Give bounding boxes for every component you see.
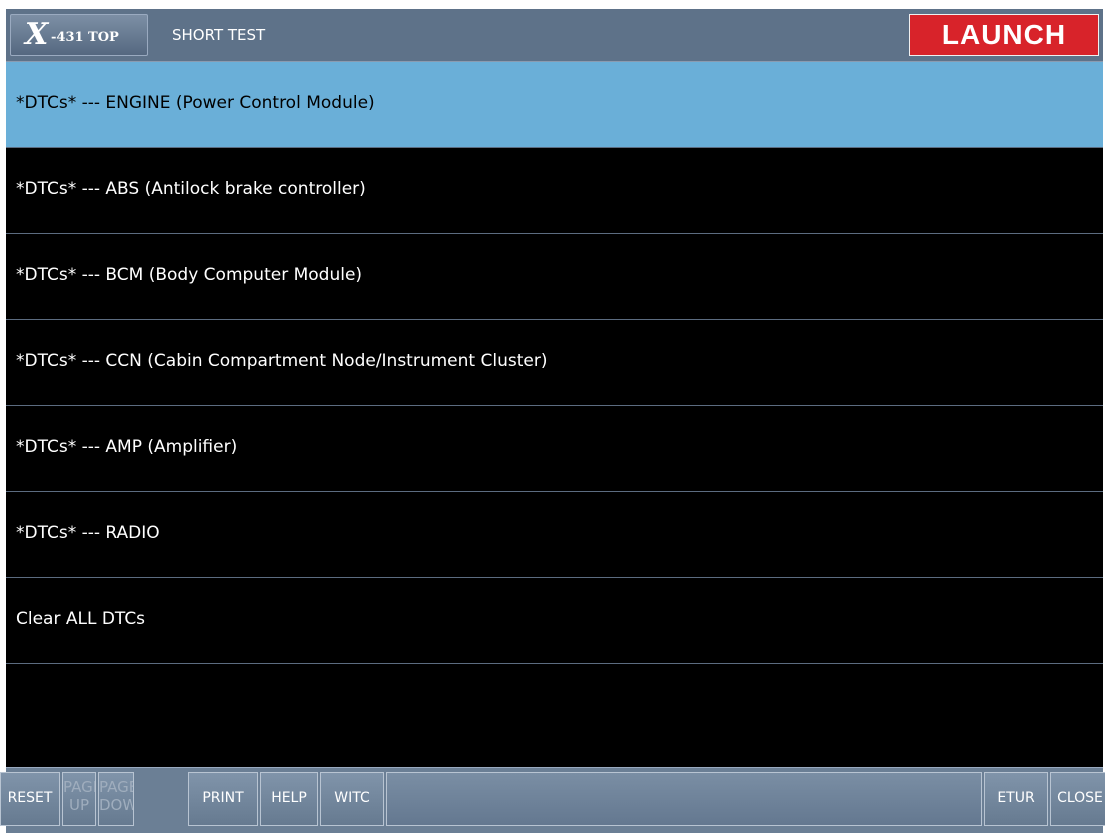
list-item-label: Clear ALL DTCs [16,609,146,629]
page-down-label-line2: DOWN [99,796,133,814]
print-button-label: PRINT [202,790,244,806]
close-button-label: CLOSE [1057,790,1103,806]
list-item-radio[interactable]: *DTCs* --- RADIO [6,492,1103,578]
launch-brand-logo: LAUNCH [909,14,1099,56]
page-up-label-line2: UP [68,796,90,814]
page-title: SHORT TEST [172,26,266,44]
page-up-button[interactable]: PAGE UP [62,772,96,826]
return-button[interactable]: ETUR [984,772,1048,826]
x431-logo: X -431 TOP [10,14,148,56]
list-item-amp[interactable]: *DTCs* --- AMP (Amplifier) [6,406,1103,492]
list-item-label: *DTCs* --- ENGINE (Power Control Module) [16,93,375,113]
switch-button[interactable]: WITC [320,772,384,826]
list-item-label: *DTCs* --- ABS (Antilock brake controlle… [16,179,366,199]
switch-button-label: WITC [334,790,370,806]
return-button-label: ETUR [997,790,1035,806]
list-item-label: *DTCs* --- AMP (Amplifier) [16,437,238,457]
list-item-empty [6,664,1103,756]
logo-text: -431 TOP [51,30,119,45]
help-button-label: HELP [271,790,307,806]
help-button[interactable]: HELP [260,772,318,826]
page-down-button[interactable]: PAGE DOWN [98,772,134,826]
list-item-label: *DTCs* --- CCN (Cabin Compartment Node/I… [16,351,548,371]
list-item-label: *DTCs* --- BCM (Body Computer Module) [16,265,363,285]
list-item-clear-all-dtcs[interactable]: Clear ALL DTCs [6,578,1103,664]
top-cropped-text-strip [0,0,1105,8]
list-item-abs[interactable]: *DTCs* --- ABS (Antilock brake controlle… [6,148,1103,234]
bottom-toolbar: RESET PAGE UP PAGE DOWN PRINT HELP WITC … [0,767,1105,833]
list-item-engine[interactable]: *DTCs* --- ENGINE (Power Control Module) [6,62,1103,148]
reset-button-label: RESET [7,790,53,806]
header-bar: X -431 TOP SHORT TEST LAUNCH [6,9,1103,62]
reset-button[interactable]: RESET [0,772,60,826]
scanner-screen: X -431 TOP SHORT TEST LAUNCH *DTCs* --- … [0,9,1105,833]
logo-x-mark: X [25,17,49,52]
dtc-menu-list: *DTCs* --- ENGINE (Power Control Module)… [6,62,1103,756]
list-item-label: *DTCs* --- RADIO [16,523,160,543]
close-button[interactable]: CLOSE [1050,772,1105,826]
toolbar-spacer [386,772,982,826]
list-item-bcm[interactable]: *DTCs* --- BCM (Body Computer Module) [6,234,1103,320]
list-item-ccn[interactable]: *DTCs* --- CCN (Cabin Compartment Node/I… [6,320,1103,406]
print-button[interactable]: PRINT [188,772,258,826]
